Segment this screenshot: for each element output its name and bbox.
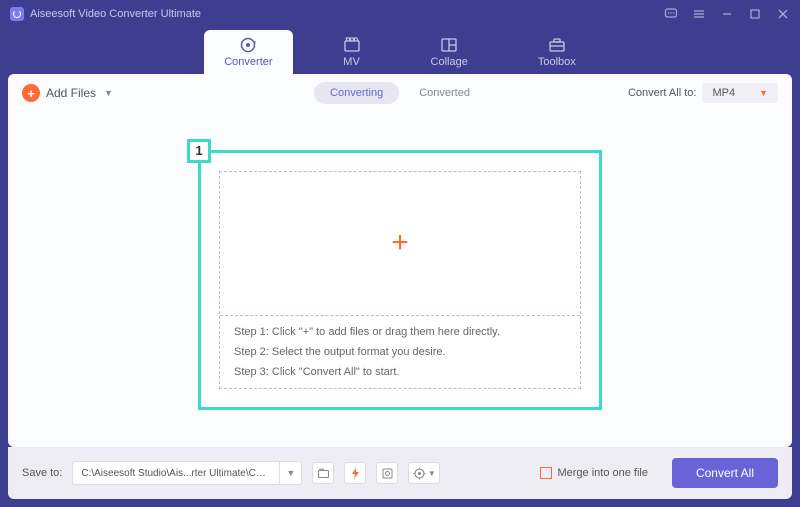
tab-toolbox[interactable]: Toolbox: [518, 30, 596, 74]
save-path-field[interactable]: C:\Aiseesoft Studio\Ais...rter Ultimate\…: [72, 461, 302, 485]
step-3: Step 3: Click "Convert All" to start.: [234, 366, 566, 378]
callout-highlight: 1 + Step 1: Click "+" to add files or dr…: [198, 150, 602, 410]
chevron-down-icon: ▼: [759, 88, 768, 98]
tab-collage-label: Collage: [431, 56, 468, 68]
mv-icon: [343, 36, 361, 54]
plus-icon: +: [22, 84, 40, 102]
merge-label: Merge into one file: [557, 467, 648, 479]
output-format-select[interactable]: MP4 ▼: [702, 83, 778, 103]
app-title: Aiseesoft Video Converter Ultimate: [30, 8, 664, 20]
step-2: Step 2: Select the output format you des…: [234, 346, 566, 358]
chevron-down-icon: ▼: [104, 88, 113, 98]
hw-accel-off-button[interactable]: [376, 462, 398, 484]
tab-collage[interactable]: Collage: [411, 30, 488, 74]
menu-icon[interactable]: [692, 7, 706, 21]
main-tabs: Converter MV Collage Toolbox: [0, 28, 800, 74]
minimize-icon[interactable]: [720, 7, 734, 21]
chat-icon[interactable]: [664, 7, 678, 21]
app-logo-icon: [10, 7, 24, 21]
save-to-label: Save to:: [22, 467, 62, 479]
step-1: Step 1: Click "+" to add files or drag t…: [234, 326, 566, 338]
drop-area-container: 1 + Step 1: Click "+" to add files or dr…: [8, 112, 792, 447]
tab-mv-label: MV: [343, 56, 360, 68]
save-path-value: C:\Aiseesoft Studio\Ais...rter Ultimate\…: [73, 468, 279, 479]
chevron-down-icon: ▼: [428, 469, 436, 478]
titlebar: Aiseesoft Video Converter Ultimate: [0, 0, 800, 28]
big-plus-icon: +: [391, 226, 409, 260]
converter-icon: [239, 36, 257, 54]
convert-all-to-label: Convert All to:: [628, 87, 696, 99]
steps-text: Step 1: Click "+" to add files or drag t…: [220, 316, 580, 388]
tab-converter[interactable]: Converter: [204, 30, 292, 74]
footer-bar: Save to: C:\Aiseesoft Studio\Ais...rter …: [8, 447, 792, 499]
callout-badge: 1: [187, 139, 211, 163]
open-folder-button[interactable]: [312, 462, 334, 484]
tab-mv[interactable]: MV: [323, 30, 381, 74]
content-panel: + Add Files ▼ Converting Converted Conve…: [8, 74, 792, 447]
add-files-button[interactable]: + Add Files ▼: [22, 84, 113, 102]
checkbox-icon: [540, 467, 552, 479]
toolbox-icon: [548, 36, 566, 54]
add-files-label: Add Files: [46, 86, 96, 100]
drop-zone[interactable]: + Step 1: Click "+" to add files or drag…: [219, 171, 581, 389]
collage-icon: [440, 36, 458, 54]
output-format-value: MP4: [712, 87, 735, 99]
tab-toolbox-label: Toolbox: [538, 56, 576, 68]
subtab-converting[interactable]: Converting: [314, 82, 399, 104]
drop-zone-top[interactable]: +: [220, 172, 580, 316]
sub-toolbar: + Add Files ▼ Converting Converted Conve…: [8, 74, 792, 112]
maximize-icon[interactable]: [748, 7, 762, 21]
settings-button[interactable]: ▼: [408, 462, 440, 484]
convert-all-button[interactable]: Convert All: [672, 458, 778, 488]
tab-converter-label: Converter: [224, 56, 272, 68]
path-dropdown-icon[interactable]: ▼: [279, 461, 301, 485]
merge-checkbox[interactable]: Merge into one file: [540, 467, 648, 479]
subtab-converted[interactable]: Converted: [403, 82, 486, 104]
close-icon[interactable]: [776, 7, 790, 21]
hw-accel-on-button[interactable]: [344, 462, 366, 484]
